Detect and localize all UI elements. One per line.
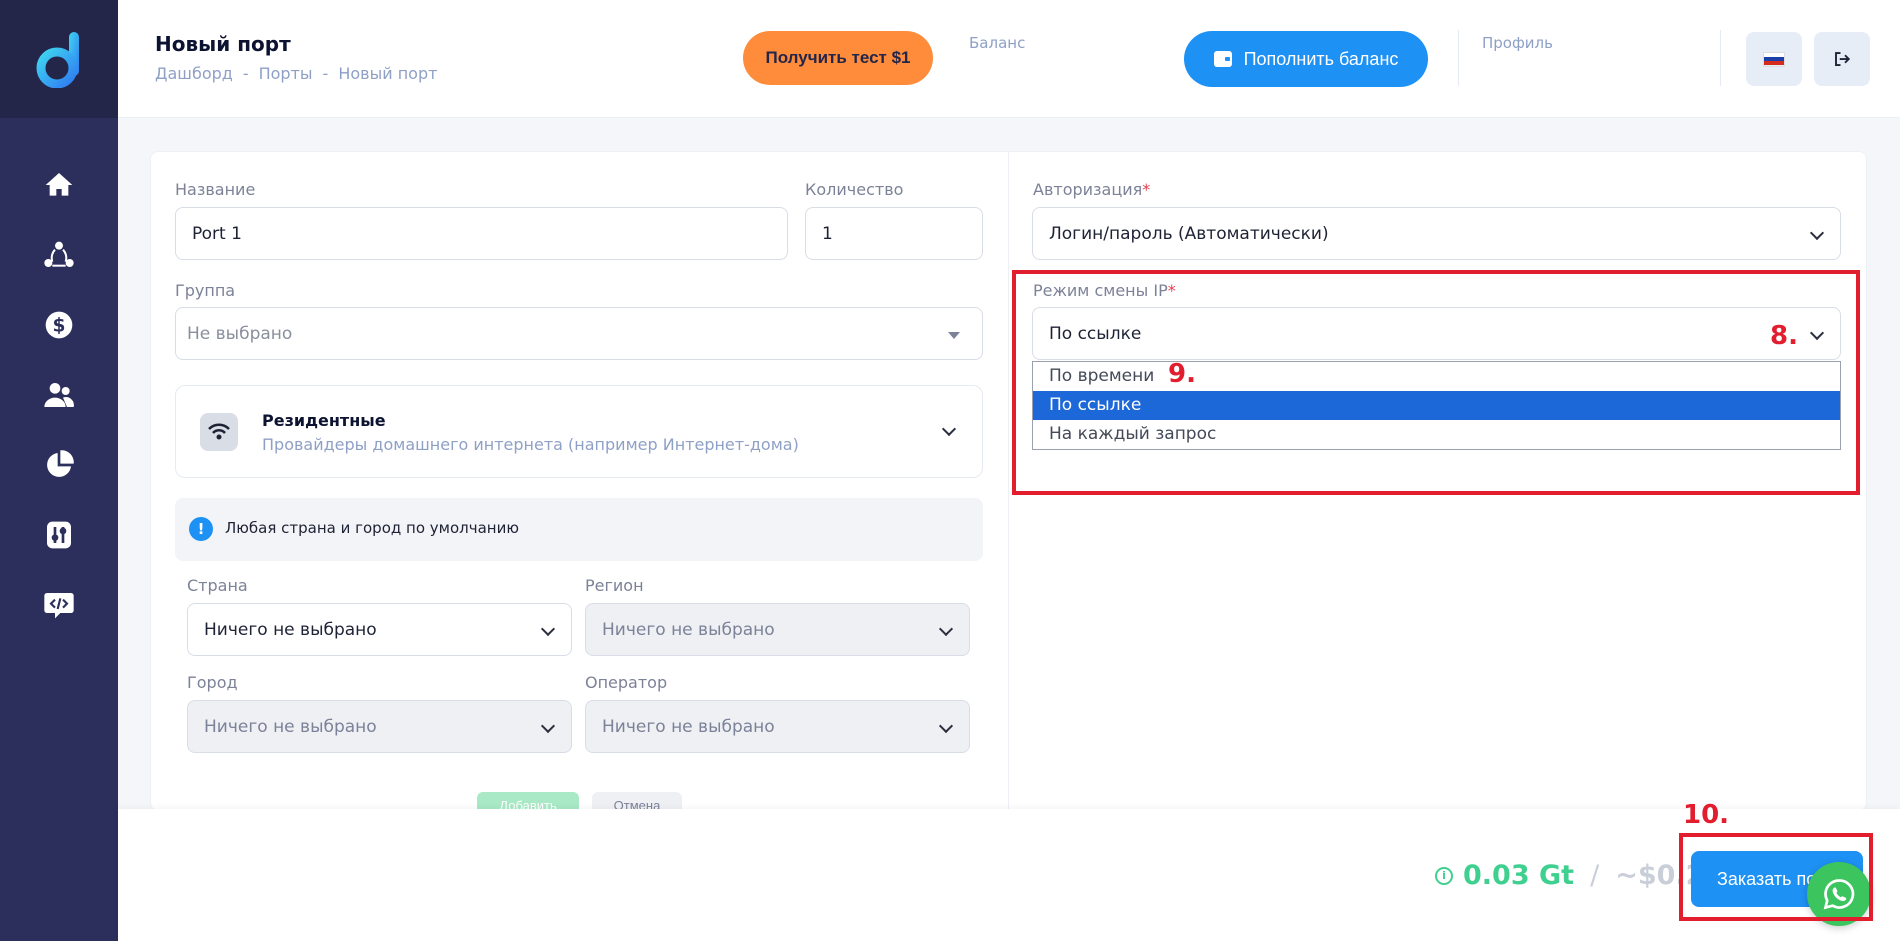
name-label: Название [175,180,256,199]
breadcrumb-current: Новый порт [338,64,438,83]
auth-select[interactable]: Логин/пароль (Автоматически) [1032,207,1841,260]
quantity-field-value: 1 [822,223,833,244]
caret-down-icon [948,332,960,339]
quantity-field[interactable]: 1 [805,207,983,260]
price-info-icon[interactable]: i [1435,866,1453,885]
operator-select-value: Ничего не выбрано [602,716,775,737]
sidebar-item-stats[interactable] [0,430,118,500]
topup-balance-button[interactable]: Пополнить баланс [1184,31,1428,87]
proxy-type-title: Резидентные [262,411,386,430]
breadcrumb: Дашборд - Порты - Новый порт [155,64,437,83]
wallet-icon [1213,51,1232,67]
group-label: Группа [175,281,236,300]
users-icon [44,383,74,407]
auth-label: Авторизация* [1033,180,1150,199]
column-divider [1008,151,1009,811]
breadcrumb-separator: - [242,64,249,83]
chevron-down-icon [941,421,957,437]
info-icon: ! [189,517,213,541]
breadcrumb-separator: - [322,64,329,83]
group-select-value: Не выбрано [187,323,293,344]
chevron-down-icon [540,621,556,637]
auth-label-text: Авторизация [1033,180,1143,199]
required-mark: * [1142,180,1151,199]
breadcrumb-ports[interactable]: Порты [259,64,313,83]
logo[interactable] [0,0,118,118]
russia-flag-icon [1763,51,1785,67]
logout-button[interactable] [1814,32,1870,86]
annotation-box-ipmode [1012,270,1860,495]
topup-balance-label: Пополнить баланс [1243,48,1399,69]
name-field-value: Port 1 [192,223,242,244]
name-field[interactable]: Port 1 [175,207,788,260]
operator-select[interactable]: Ничего не выбрано [585,700,970,753]
operator-label: Оператор [585,673,668,692]
home-icon [45,173,73,196]
sliders-icon [47,521,71,549]
region-label: Регион [585,576,644,595]
proxy-type-description: Провайдеры домашнего интернета (например… [262,435,799,454]
page-title: Новый порт [155,32,291,56]
annotation-label-9: 9. [1168,359,1196,389]
group-select[interactable]: Не выбрано [175,307,983,360]
divider [1458,30,1459,86]
wifi-icon [200,413,238,451]
dollar-icon: $ [45,311,73,339]
city-select[interactable]: Ничего не выбрано [187,700,572,753]
sidebar-item-billing[interactable]: $ [0,290,118,360]
network-icon [44,241,74,267]
logout-icon [1835,52,1851,66]
get-test-button[interactable]: Получить тест $1 [743,31,933,85]
chevron-down-icon [1809,225,1825,241]
annotation-label-8: 8. [1770,321,1798,351]
logo-icon [36,32,79,88]
country-select[interactable]: Ничего не выбрано [187,603,572,656]
sidebar-item-home[interactable] [0,150,118,220]
language-button[interactable] [1746,32,1802,86]
sidebar-item-settings[interactable] [0,500,118,570]
region-select-value: Ничего не выбрано [602,619,775,640]
code-icon [44,593,74,619]
sidebar-item-users[interactable] [0,360,118,430]
sidebar-nav: $ [0,150,118,640]
profile-label: Профиль [1482,34,1553,52]
price-separator: / [1590,860,1600,891]
city-label: Город [187,673,238,692]
divider [1720,30,1721,86]
price-summary: i 0.03 Gt / ~$0.2 [1435,860,1704,891]
info-notice: ! Любая страна и город по умолчанию [175,498,983,561]
country-select-value: Ничего не выбрано [204,619,377,640]
chevron-down-icon [938,718,954,734]
balance-label: Баланс [969,34,1026,52]
quantity-label: Количество [805,180,904,199]
chevron-down-icon [938,621,954,637]
annotation-box-order [1679,833,1873,921]
region-select[interactable]: Ничего не выбрано [585,603,970,656]
country-label: Страна [187,576,248,595]
auth-select-value: Логин/пароль (Автоматически) [1049,223,1329,244]
breadcrumb-dashboard[interactable]: Дашборд [155,64,233,83]
header: Новый порт Дашборд - Порты - Новый порт … [118,0,1900,118]
price-gt: 0.03 Gt [1463,860,1575,891]
proxy-type-select[interactable]: Резидентные Провайдеры домашнего интерне… [175,385,983,478]
annotation-label-10: 10. [1683,800,1730,830]
info-text: Любая страна и город по умолчанию [225,519,519,537]
chevron-down-icon [540,718,556,734]
sidebar: $ [0,0,118,941]
svg-text:$: $ [53,316,66,337]
sidebar-item-api[interactable] [0,570,118,640]
sidebar-item-network[interactable] [0,220,118,290]
pie-chart-icon [47,450,74,477]
city-select-value: Ничего не выбрано [204,716,377,737]
